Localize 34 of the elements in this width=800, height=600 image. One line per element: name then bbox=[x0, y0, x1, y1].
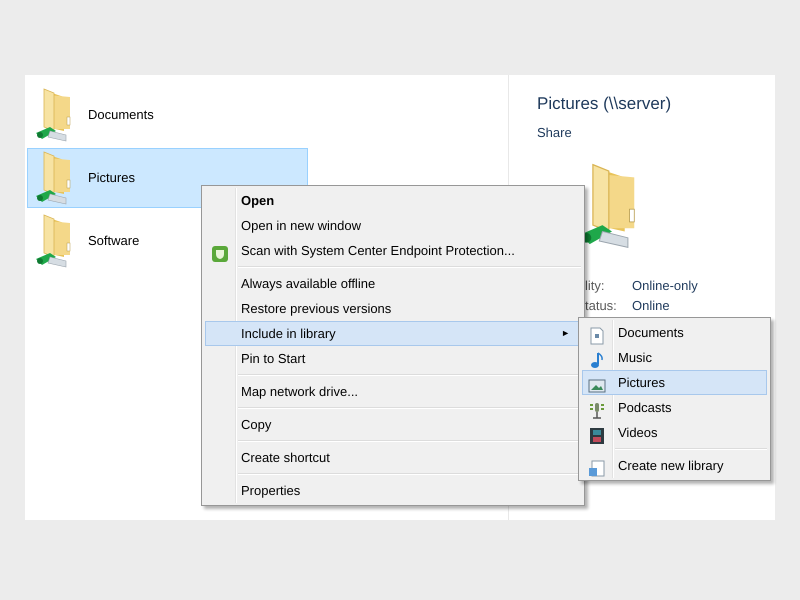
microphone-icon bbox=[588, 402, 606, 420]
folder-name: Documents bbox=[88, 106, 154, 124]
menu-item[interactable]: Videos bbox=[582, 420, 767, 445]
details-title: Pictures (\\server) bbox=[537, 93, 672, 115]
menu-item[interactable]: Open in new window bbox=[205, 213, 581, 238]
menu-item[interactable]: Always available offline bbox=[205, 271, 581, 296]
menu-item[interactable]: Include in library ► bbox=[205, 321, 581, 346]
new-library-icon bbox=[588, 460, 606, 478]
picture-icon bbox=[588, 378, 606, 394]
menu-item[interactable]: Map network drive... bbox=[205, 379, 581, 404]
menu-item[interactable]: Copy bbox=[205, 412, 581, 437]
property-label: tatus: bbox=[585, 297, 618, 315]
property-value: Online-only bbox=[632, 277, 698, 295]
menu-item[interactable]: Pin to Start bbox=[205, 346, 581, 371]
shield-icon bbox=[211, 244, 229, 263]
menu-item[interactable]: Music bbox=[582, 345, 767, 370]
property-label: lity: bbox=[585, 277, 606, 295]
menu-item[interactable]: Scan with System Center Endpoint Protection... bbox=[205, 238, 581, 263]
menu-item[interactable]: Pictures bbox=[582, 370, 767, 395]
document-icon bbox=[588, 326, 606, 345]
menu-item[interactable]: Restore previous versions bbox=[205, 296, 581, 321]
menu-item[interactable]: Properties bbox=[205, 478, 581, 503]
folder-name: Software bbox=[88, 232, 140, 250]
menu-item[interactable]: Podcasts bbox=[582, 395, 767, 420]
menu-item[interactable]: Create new library bbox=[582, 453, 767, 478]
property-value: Online bbox=[632, 297, 670, 315]
folder-item[interactable]: Documents bbox=[27, 85, 308, 145]
submenu-arrow: ► bbox=[561, 326, 570, 340]
folder-name: Pictures bbox=[88, 169, 135, 188]
menu-item[interactable]: Documents bbox=[582, 320, 767, 345]
film-icon bbox=[588, 426, 606, 445]
music-note-icon bbox=[588, 352, 606, 370]
menu-item[interactable]: Create shortcut bbox=[205, 445, 581, 470]
details-subtitle: Share bbox=[537, 124, 573, 142]
